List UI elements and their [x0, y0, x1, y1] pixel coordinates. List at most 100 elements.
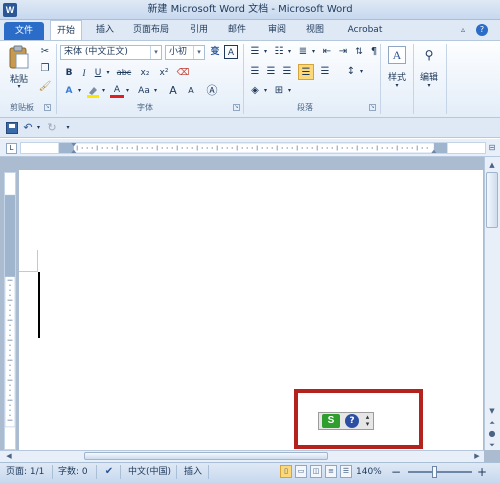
- editing-button[interactable]: ⚲ 编辑 ▾: [416, 44, 442, 94]
- print-layout-view-icon[interactable]: ▯: [280, 465, 292, 478]
- char-border-button[interactable]: A: [224, 45, 238, 59]
- underline-button[interactable]: U: [92, 66, 104, 80]
- save-icon[interactable]: [6, 122, 18, 134]
- font-size-combo[interactable]: 小初 ▾: [165, 45, 205, 60]
- tab-acrobat[interactable]: Acrobat: [340, 20, 390, 40]
- strikethrough-button[interactable]: abc: [114, 66, 134, 80]
- increase-indent-icon[interactable]: ⇥: [336, 45, 350, 59]
- zoom-level[interactable]: 140%: [356, 465, 382, 479]
- chevron-down-icon[interactable]: ▾: [76, 84, 83, 98]
- italic-button[interactable]: I: [78, 66, 90, 80]
- tab-mailings[interactable]: 邮件: [222, 20, 252, 40]
- borders-icon[interactable]: ⊞: [272, 84, 286, 98]
- line-spacing-icon[interactable]: ↕: [344, 65, 358, 79]
- proofing-icon[interactable]: ✔: [102, 465, 116, 479]
- horizontal-ruler[interactable]: [20, 142, 486, 154]
- full-screen-reading-icon[interactable]: ▭: [295, 465, 307, 478]
- zoom-slider[interactable]: [408, 471, 472, 473]
- subscript-button[interactable]: x₂: [137, 66, 153, 80]
- chevron-down-icon[interactable]: ▾: [150, 46, 161, 59]
- styles-button[interactable]: A 样式 ▾: [384, 44, 410, 94]
- chevron-down-icon[interactable]: ▾: [262, 45, 269, 59]
- phonetic-guide-button[interactable]: 变: [208, 45, 222, 59]
- insert-mode[interactable]: 插入: [184, 465, 202, 479]
- shrink-font-button[interactable]: A: [184, 84, 198, 98]
- next-page-icon[interactable]: ⏷: [486, 440, 498, 450]
- sort-icon[interactable]: ⇅: [352, 45, 366, 59]
- chevron-down-icon[interactable]: ▾: [104, 66, 112, 80]
- enclose-char-button[interactable]: Ⓐ: [204, 84, 220, 98]
- select-browse-object-icon[interactable]: ●: [486, 429, 498, 439]
- help-icon[interactable]: ?: [476, 24, 488, 36]
- bold-button[interactable]: B: [62, 66, 76, 80]
- align-left-icon[interactable]: ☰: [248, 65, 262, 79]
- outline-view-icon[interactable]: ≡: [325, 465, 337, 478]
- clear-format-button[interactable]: ⌫: [176, 66, 190, 80]
- chevron-down-icon[interactable]: ▾: [100, 84, 107, 98]
- zoom-slider-thumb[interactable]: [432, 466, 437, 478]
- vertical-ruler[interactable]: [4, 172, 16, 450]
- bullets-icon[interactable]: ☰: [248, 45, 262, 59]
- justify-icon[interactable]: ☰: [298, 64, 314, 80]
- chevron-down-icon[interactable]: ▾: [124, 84, 131, 98]
- change-case-button[interactable]: Aa: [136, 84, 152, 98]
- align-right-icon[interactable]: ☰: [280, 65, 294, 79]
- word-count[interactable]: 字数: 0: [58, 465, 88, 479]
- redo-icon[interactable]: ↻: [46, 121, 58, 135]
- chevron-down-icon[interactable]: ▾: [193, 46, 204, 59]
- tab-page-layout[interactable]: 页面布局: [125, 20, 177, 40]
- chevron-down-icon[interactable]: ▾: [35, 121, 42, 135]
- ime-logo-icon[interactable]: S: [322, 414, 340, 428]
- numbering-icon[interactable]: ☷: [272, 45, 286, 59]
- tab-selector-icon[interactable]: L: [6, 143, 17, 154]
- tab-review[interactable]: 审阅: [262, 20, 292, 40]
- minimize-ribbon-icon[interactable]: ▵: [458, 25, 468, 35]
- chevron-down-icon[interactable]: ▾: [286, 45, 293, 59]
- tab-home[interactable]: 开始: [50, 20, 82, 41]
- scroll-down-icon[interactable]: ▼: [486, 406, 498, 416]
- previous-page-icon[interactable]: ⏶: [486, 418, 498, 428]
- vertical-scroll-thumb[interactable]: [486, 172, 498, 228]
- decrease-indent-icon[interactable]: ⇤: [320, 45, 334, 59]
- font-launcher-icon[interactable]: ↘: [233, 104, 240, 111]
- align-center-icon[interactable]: ☰: [264, 65, 278, 79]
- zoom-in-icon[interactable]: +: [476, 465, 488, 479]
- font-color-button[interactable]: A: [110, 83, 124, 98]
- clipboard-launcher-icon[interactable]: ↘: [44, 104, 51, 111]
- tab-file[interactable]: 文件: [4, 22, 44, 40]
- multilevel-list-icon[interactable]: ≣: [296, 45, 310, 59]
- chevron-down-icon[interactable]: ▾: [286, 84, 293, 98]
- tab-insert[interactable]: 插入: [90, 20, 120, 40]
- scroll-left-icon[interactable]: ◀: [4, 451, 14, 461]
- distribute-icon[interactable]: ☰: [318, 65, 332, 79]
- web-layout-icon[interactable]: ◫: [310, 465, 322, 478]
- scroll-up-icon[interactable]: ▲: [486, 160, 498, 170]
- page-count[interactable]: 页面: 1/1: [6, 465, 44, 479]
- text-effects-button[interactable]: A: [62, 84, 76, 98]
- tab-references[interactable]: 引用: [184, 20, 214, 40]
- customize-qat-icon[interactable]: ▾: [64, 121, 72, 135]
- chevron-down-icon[interactable]: ▾: [262, 84, 269, 98]
- copy-icon[interactable]: ❐: [38, 62, 52, 76]
- zoom-out-icon[interactable]: −: [390, 465, 402, 479]
- chevron-down-icon[interactable]: ▾: [310, 45, 317, 59]
- ime-help-icon[interactable]: ?: [345, 414, 359, 428]
- language-indicator[interactable]: 中文(中国): [128, 465, 171, 479]
- paste-button[interactable]: 粘贴 ▾: [6, 44, 32, 92]
- scroll-right-icon[interactable]: ▶: [472, 451, 482, 461]
- chevron-down-icon[interactable]: ▾: [152, 84, 159, 98]
- ime-menu-icon[interactable]: ▴ ▾: [363, 414, 372, 428]
- horizontal-scroll-thumb[interactable]: [84, 452, 328, 460]
- paragraph-launcher-icon[interactable]: ↘: [369, 104, 376, 111]
- draft-view-icon[interactable]: ☰: [340, 465, 352, 478]
- format-painter-icon[interactable]: 🖌: [38, 80, 52, 94]
- chevron-down-icon[interactable]: ▾: [358, 65, 365, 79]
- cut-icon[interactable]: ✂: [38, 45, 52, 59]
- show-marks-icon[interactable]: ¶: [368, 45, 380, 59]
- font-name-combo[interactable]: 宋体 (中文正文) ▾: [60, 45, 162, 60]
- undo-icon[interactable]: ↶: [22, 121, 34, 135]
- highlight-color-icon[interactable]: [86, 84, 100, 98]
- shading-icon[interactable]: ◈: [248, 84, 262, 98]
- tab-view[interactable]: 视图: [300, 20, 330, 40]
- grow-font-button[interactable]: A: [166, 84, 180, 98]
